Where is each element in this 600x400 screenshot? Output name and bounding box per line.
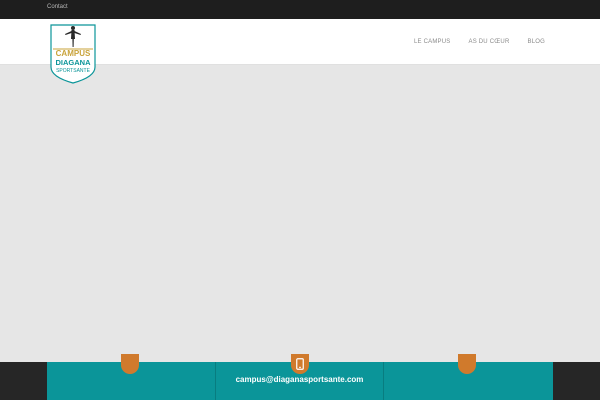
footer-email[interactable]: campus@diaganasportsante.com — [216, 375, 383, 384]
clock-icon — [458, 354, 476, 374]
main-nav: LE CAMPUS AS DU CŒUR BLOG — [414, 39, 545, 45]
nav-item-blog[interactable]: BLOG — [528, 39, 545, 45]
site-header: CAMPUS DIAGANA SPORTSANTE LE CAMPUS AS D… — [0, 19, 600, 84]
logo-text-campus: CAMPUS — [56, 49, 91, 58]
contact-link[interactable]: Contact — [47, 4, 68, 10]
footer-col-hours — [384, 354, 553, 400]
site-logo[interactable]: CAMPUS DIAGANA SPORTSANTE — [49, 23, 97, 85]
footer: campus@diaganasportsante.com — [0, 354, 600, 400]
campus-diagana-logo: CAMPUS DIAGANA SPORTSANTE — [50, 24, 96, 84]
nav-item-as-du-coeur[interactable]: AS DU CŒUR — [469, 39, 510, 45]
footer-col-contact: campus@diaganasportsante.com — [215, 354, 384, 400]
logo-text-sportsante: SPORTSANTE — [56, 68, 90, 74]
nav-item-le-campus[interactable]: LE CAMPUS — [414, 39, 450, 45]
footer-col-location — [47, 354, 215, 400]
logo-text-diagana: DIAGANA — [56, 58, 92, 67]
phone-icon — [291, 354, 309, 374]
top-bar: Contact — [0, 0, 600, 19]
map-pin-icon — [121, 354, 139, 374]
hero-area — [0, 65, 600, 362]
